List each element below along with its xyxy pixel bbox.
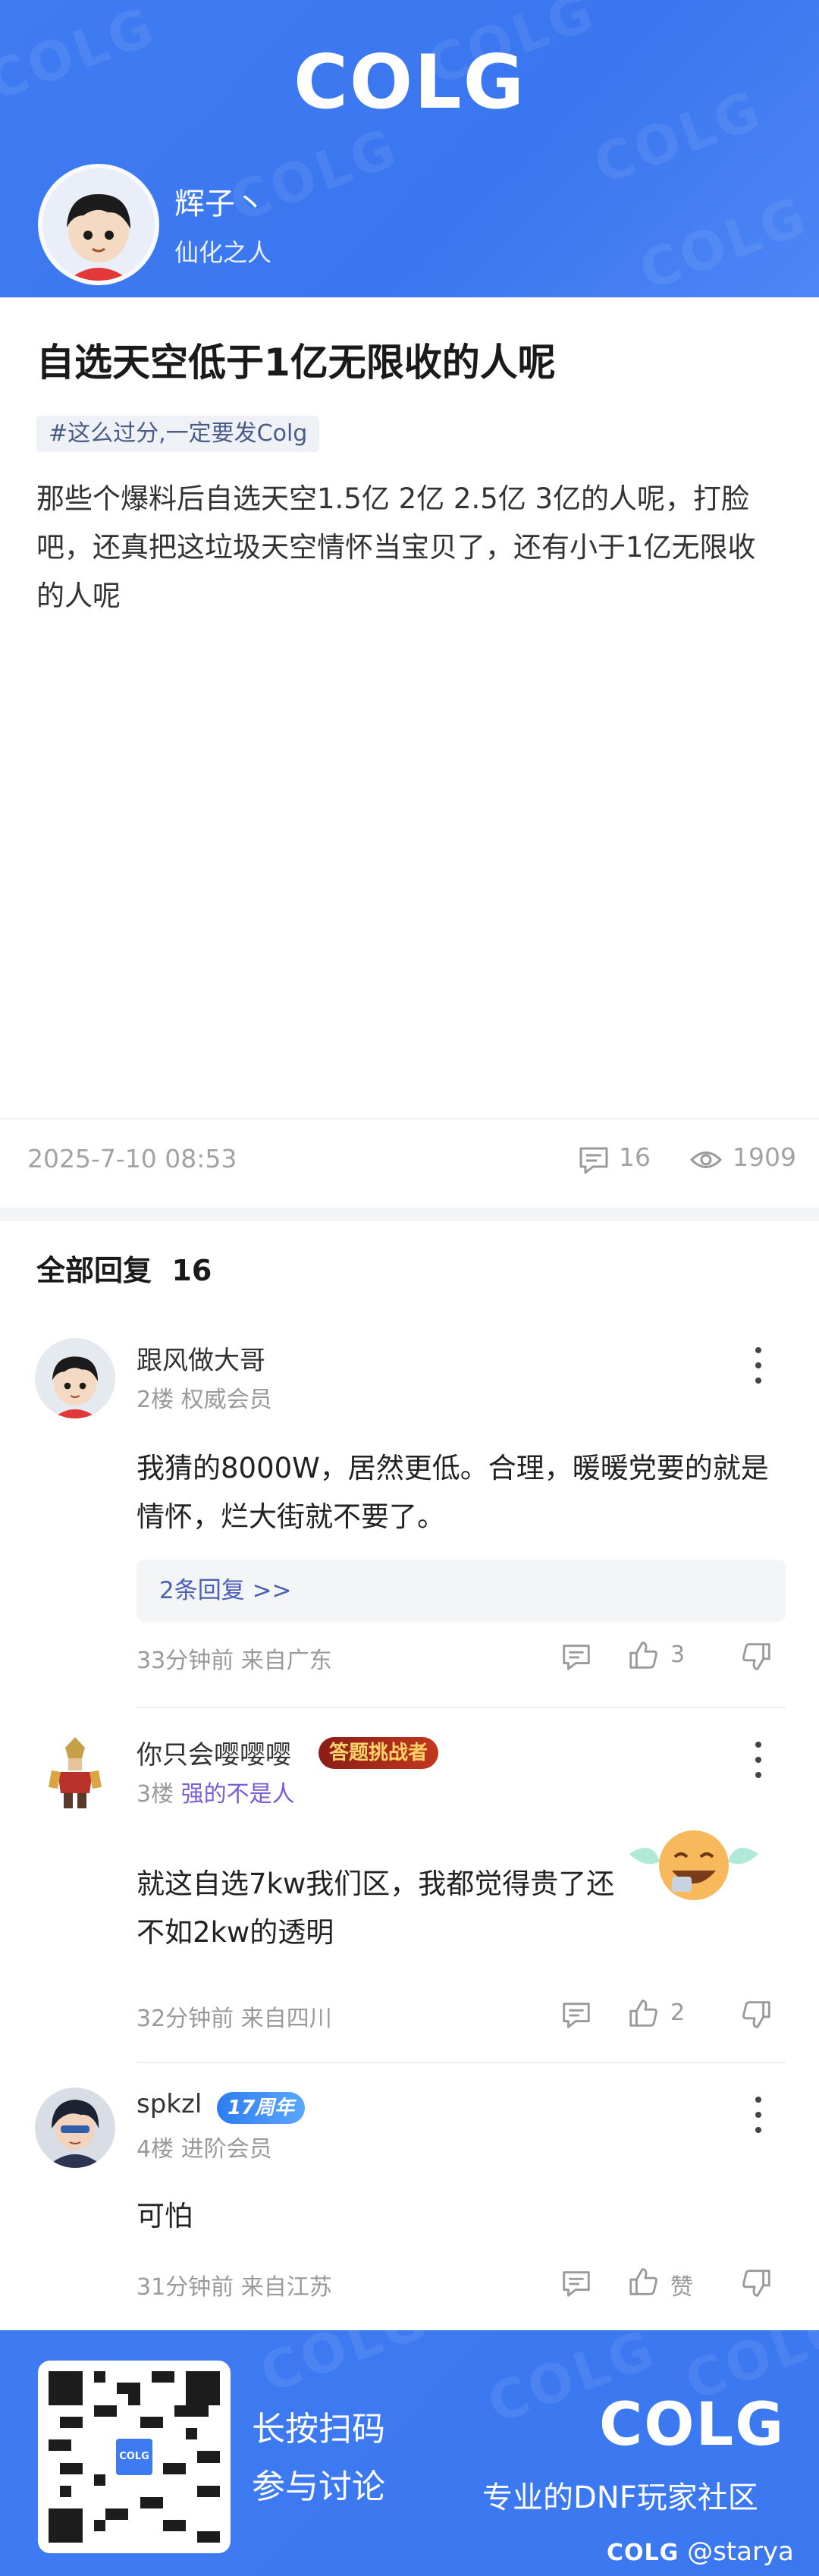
laughing-emoji-sticker-icon (629, 1830, 758, 1900)
share-footer: COLG COLG COLG COLG 长按扫码 参与讨论 COLG 专业的DN… (0, 2330, 819, 2576)
post-title: 自选天空低于1亿无限收的人呢 (36, 341, 556, 385)
watermark: COLG (252, 2330, 438, 2405)
replies-heading: 全部回复 16 (36, 1247, 212, 1289)
quiz-challenger-badge: 答题挑战者 (318, 1737, 439, 1769)
dislike-thumb-icon[interactable] (740, 1640, 774, 1673)
reply-time: 32分钟前 (136, 2006, 234, 2032)
view-count: 1909 (733, 1142, 796, 1172)
like-count: 2 (670, 2000, 686, 2026)
replies-count: 16 (171, 1254, 212, 1287)
reply-meta: 33分钟前 来自广东 (136, 1641, 332, 1675)
reply-meta: 31分钟前 来自江苏 (136, 2268, 332, 2301)
comment-icon[interactable] (576, 1142, 611, 1177)
footer-slogan: 专业的DNF玩家社区 (482, 2480, 758, 2515)
anniversary-badge: 17周年 (217, 2092, 306, 2124)
scan-hint-line1: 长按扫码 (252, 2410, 385, 2449)
like-label: 赞 (670, 2274, 693, 2301)
reply-separator (136, 1707, 786, 1708)
reply-separator (136, 2062, 786, 2063)
like-count: 3 (670, 1641, 686, 1668)
credit-username: @starya (687, 2537, 794, 2567)
reply-avatar[interactable] (35, 1338, 115, 1418)
like-thumb-icon[interactable] (626, 1996, 660, 2030)
footer-credit: COLG @starya (607, 2537, 794, 2567)
comment-count: 16 (619, 1142, 651, 1172)
post-meta-bar: 2025-7-10 08:53 16 1909 (0, 1118, 819, 1208)
more-options-icon[interactable] (749, 1343, 767, 1388)
reply-meta: 32分钟前 来自四川 (136, 2000, 332, 2033)
watermark: COLG (631, 184, 817, 297)
reply-floor-rank: 2楼 权威会员 (136, 1381, 272, 1414)
logo-text: COLG (293, 39, 526, 126)
reply-avatar[interactable] (35, 1733, 115, 1813)
author-name[interactable]: 辉子丶 (174, 179, 265, 223)
reply-floor-rank: 4楼 进阶会员 (136, 2130, 272, 2163)
author-avatar[interactable] (38, 164, 159, 285)
dislike-thumb-icon[interactable] (740, 1998, 774, 2031)
replies-heading-label: 全部回复 (36, 1254, 152, 1287)
reply-username[interactable]: 跟风做大哥 (136, 1340, 265, 1377)
credit-logo: COLG (607, 2540, 679, 2566)
dislike-thumb-icon[interactable] (740, 2267, 774, 2300)
reply-text: 就这自选7kw我们区，我都觉得贵了还不如2kw的透明 (136, 1868, 615, 1949)
floor-number: 4楼 (136, 2136, 174, 2163)
scan-hint-line2: 参与讨论 (252, 2468, 385, 2506)
view-eye-icon (689, 1151, 723, 1168)
like-thumb-icon[interactable] (626, 1638, 660, 1672)
post-date: 2025-7-10 08:53 (27, 1144, 237, 1173)
floor-number: 2楼 (136, 1387, 174, 1413)
reply-text: 可怕 (136, 2200, 193, 2232)
reply-comment-icon[interactable] (560, 1998, 593, 2031)
reply-location: 来自广东 (240, 1648, 332, 1674)
reply-time: 31分钟前 (136, 2274, 234, 2301)
like-thumb-icon[interactable] (626, 2265, 660, 2298)
reply-avatar[interactable] (35, 2088, 115, 2168)
reply-location: 来自四川 (240, 2006, 332, 2032)
topic-tag[interactable]: #这么过分,一定要发Colg (36, 416, 320, 452)
reply-username[interactable]: spkzl (136, 2089, 202, 2119)
author-rank: 仙化之人 (174, 238, 272, 267)
post-header: COLG COLG COLG COLG COLG COLG 辉子丶 仙化之人 (0, 0, 819, 297)
sub-replies-link[interactable]: 2条回复 >> (136, 1560, 786, 1622)
anime-avatar-icon (35, 2088, 115, 2168)
cartoon-avatar-icon (42, 168, 155, 281)
reply-text: 我猜的8000W，居然更低。合理，暖暖党要的就是情怀，烂大街就不要了。 (136, 1452, 769, 1533)
reply-location: 来自江苏 (240, 2274, 332, 2301)
reply-floor-rank: 3楼 强的不是人 (136, 1775, 295, 1808)
qr-code[interactable]: COLG (38, 2361, 231, 2553)
member-rank: 强的不是人 (180, 1781, 295, 1808)
reply-comment-icon[interactable] (560, 1640, 593, 1673)
more-options-icon[interactable] (749, 2092, 767, 2138)
section-divider (0, 1208, 819, 1221)
reply-time: 33分钟前 (136, 1648, 234, 1674)
post-body: 那些个爆料后自选天空1.5亿 2亿 2.5亿 3亿的人呢，打脸吧，还真把这垃圾天… (36, 482, 756, 612)
colg-logo: COLG (0, 39, 819, 126)
member-rank: 权威会员 (180, 1387, 272, 1413)
footer-colg-logo: COLG (599, 2391, 786, 2459)
member-rank: 进阶会员 (180, 2136, 272, 2163)
qr-logo: COLG (113, 2436, 155, 2478)
more-options-icon[interactable] (749, 1737, 767, 1783)
reply-comment-icon[interactable] (560, 2267, 593, 2300)
floor-number: 3楼 (136, 1781, 174, 1808)
warrior-avatar-icon (35, 1733, 115, 1813)
cartoon-avatar-icon (35, 1338, 115, 1418)
reply-username[interactable]: 你只会嘤嘤嘤 (136, 1734, 291, 1771)
